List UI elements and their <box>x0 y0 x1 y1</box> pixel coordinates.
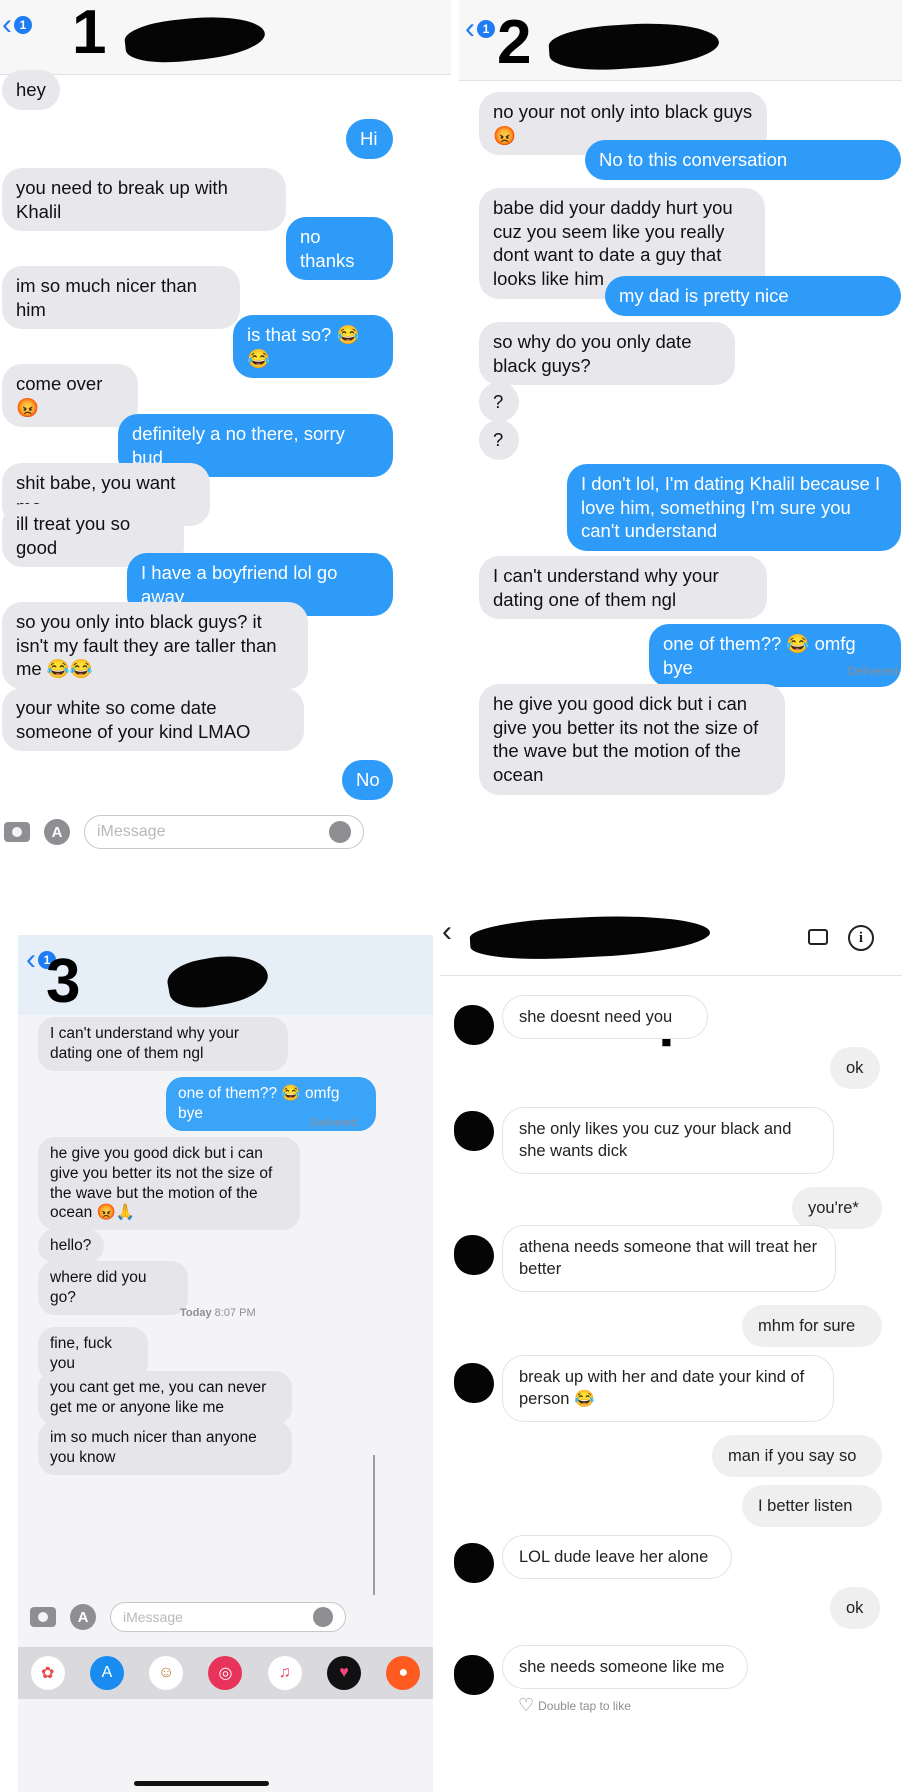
chevron-left-icon: ‹ <box>26 943 36 976</box>
message-bubble-incoming: ? <box>479 382 519 422</box>
message-bubble-outgoing: I better listen <box>742 1485 882 1528</box>
camera-icon[interactable] <box>4 822 30 842</box>
delivered-status: Delivered <box>847 664 898 678</box>
message-bubble-incoming: she only likes you cuz your black and sh… <box>502 1107 834 1174</box>
message-bubble-outgoing: is that so? 😂😂 <box>233 315 393 379</box>
avatar[interactable] <box>454 1543 494 1583</box>
chevron-left-icon: ‹ <box>465 12 475 45</box>
message-bubble-outgoing: Hi <box>346 119 393 159</box>
avatar[interactable] <box>454 1005 494 1045</box>
imessage-input[interactable]: iMessage <box>84 815 364 849</box>
music-icon[interactable]: ♫ <box>267 1656 302 1690</box>
info-icon[interactable]: i <box>848 925 874 951</box>
panel-number-label: 2 <box>497 8 532 77</box>
microphone-icon[interactable] <box>329 821 351 843</box>
message-bubble-outgoing: ok <box>830 1047 880 1090</box>
screenshot-panel-3: ‹ 1 3 I can't understand why your dating… <box>18 935 433 1792</box>
message-bubble-incoming: she needs someone like me <box>502 1645 748 1690</box>
message-composer: A iMessage <box>0 812 451 852</box>
message-composer: A iMessage <box>18 1599 433 1635</box>
composer-placeholder: iMessage <box>97 823 166 840</box>
panel-number-label: 1 <box>72 0 107 67</box>
microphone-icon[interactable] <box>313 1607 333 1627</box>
chevron-left-icon[interactable]: ‹ <box>442 915 452 949</box>
avatar[interactable] <box>454 1363 494 1403</box>
message-bubble-outgoing: no thanks <box>286 217 393 281</box>
message-bubble-outgoing: No to this conversation <box>585 140 901 180</box>
screenshot-panel-1: ‹ 1 1 hey Hi you need to break up with K… <box>0 0 451 915</box>
message-bubble-incoming: your white so come date someone of your … <box>2 688 304 752</box>
unread-count-badge: 1 <box>477 20 495 38</box>
panel-number-label: 3 <box>46 947 81 1016</box>
timestamp-time: 8:07 PM <box>214 1307 256 1319</box>
timestamp-day: Today <box>180 1307 212 1319</box>
message-bubble-incoming: you need to break up with Khalil <box>2 168 286 232</box>
message-bubble-incoming: so you only into black guys? it isn't my… <box>2 602 308 690</box>
app-store-icon[interactable]: A <box>44 819 70 845</box>
app-store-icon[interactable]: A <box>70 1604 96 1630</box>
message-bubble-incoming: I can't understand why your dating one o… <box>38 1017 288 1071</box>
reddit-icon[interactable]: ● <box>386 1656 421 1690</box>
message-bubble-incoming: he give you good dick but i can give you… <box>38 1137 300 1231</box>
message-bubble-incoming: you cant get me, you can never get me or… <box>38 1371 292 1425</box>
avatar[interactable] <box>454 1235 494 1275</box>
conversation-header: ‹ 1 3 <box>18 935 433 1015</box>
digital-touch-icon[interactable]: ♥ <box>327 1656 362 1690</box>
back-button[interactable]: ‹ 1 <box>465 14 495 44</box>
screenshot-panel-2: ‹ 1 2 no your not only into black guys 😡… <box>459 0 902 895</box>
redacted-contact-name <box>164 948 272 1014</box>
message-bubble-incoming: so why do you only date black guys? <box>479 322 735 386</box>
message-bubble-incoming: she doesnt need you <box>502 995 708 1040</box>
heart-icon[interactable]: ♡ <box>518 1695 534 1716</box>
camera-icon[interactable] <box>30 1607 56 1627</box>
message-bubble-incoming: athena needs someone that will treat her… <box>502 1225 836 1292</box>
redacted-contact-name <box>547 18 721 74</box>
screenshot-panel-4: ‹ i 4 she doesnt need you ok she only li… <box>440 895 902 1792</box>
message-bubble-incoming: where did you go? <box>38 1261 188 1315</box>
message-bubble-incoming: I can't understand why your dating one o… <box>479 556 767 620</box>
message-bubble-outgoing: ok <box>830 1587 880 1630</box>
message-bubble-outgoing: No <box>342 760 393 800</box>
delivered-status: Delivered <box>310 1117 357 1129</box>
message-bubble-outgoing: my dad is pretty nice <box>605 276 901 316</box>
message-bubble-incoming: hey <box>2 70 60 110</box>
double-tap-hint: ♡ Double tap to like <box>518 1695 631 1716</box>
app-store-icon[interactable]: A <box>89 1656 124 1690</box>
conversation-header: ‹ 1 1 <box>0 0 451 75</box>
app-drawer: ✿ A ☺ ◎ ♫ ♥ ● <box>18 1647 433 1699</box>
redacted-contact-name <box>469 910 711 964</box>
message-bubble-incoming: come over 😡 <box>2 364 138 428</box>
conversation-header: ‹ i <box>440 895 902 976</box>
chevron-left-icon: ‹ <box>2 8 12 41</box>
message-bubble-incoming: he give you good dick but i can give you… <box>479 684 785 795</box>
redacted-contact-name <box>123 10 267 68</box>
message-bubble-incoming: break up with her and date your kind of … <box>502 1355 834 1422</box>
avatar[interactable] <box>454 1655 494 1695</box>
message-bubble-outgoing: man if you say so <box>712 1435 882 1478</box>
home-indicator <box>134 1781 269 1786</box>
animoji-icon[interactable]: ☺ <box>149 1656 184 1690</box>
scroll-indicator <box>373 1455 375 1595</box>
photos-app-icon[interactable]: ✿ <box>30 1656 65 1690</box>
message-bubble-incoming: im so much nicer than him <box>2 266 240 330</box>
double-tap-label: Double tap to like <box>538 1698 631 1713</box>
message-bubble-incoming: ? <box>479 420 519 460</box>
back-button[interactable]: ‹ 1 <box>2 10 32 40</box>
message-bubble-outgoing: mhm for sure <box>742 1305 882 1348</box>
message-timestamp: Today 8:07 PM <box>180 1307 256 1319</box>
imessage-input[interactable]: iMessage <box>110 1602 346 1632</box>
message-bubble-outgoing: you're* <box>792 1187 882 1230</box>
message-bubble-incoming: LOL dude leave her alone <box>502 1535 732 1580</box>
video-call-icon[interactable] <box>808 929 828 945</box>
message-bubble-outgoing: I don't lol, I'm dating Khalil because I… <box>567 464 901 552</box>
message-bubble-incoming: im so much nicer than anyone you know <box>38 1421 292 1475</box>
avatar[interactable] <box>454 1111 494 1151</box>
conversation-header: ‹ 1 2 <box>459 0 902 81</box>
composer-placeholder: iMessage <box>123 1609 183 1625</box>
message-bubble-incoming: hello? <box>38 1229 104 1263</box>
search-images-icon[interactable]: ◎ <box>208 1656 243 1690</box>
unread-count-badge: 1 <box>14 16 32 34</box>
